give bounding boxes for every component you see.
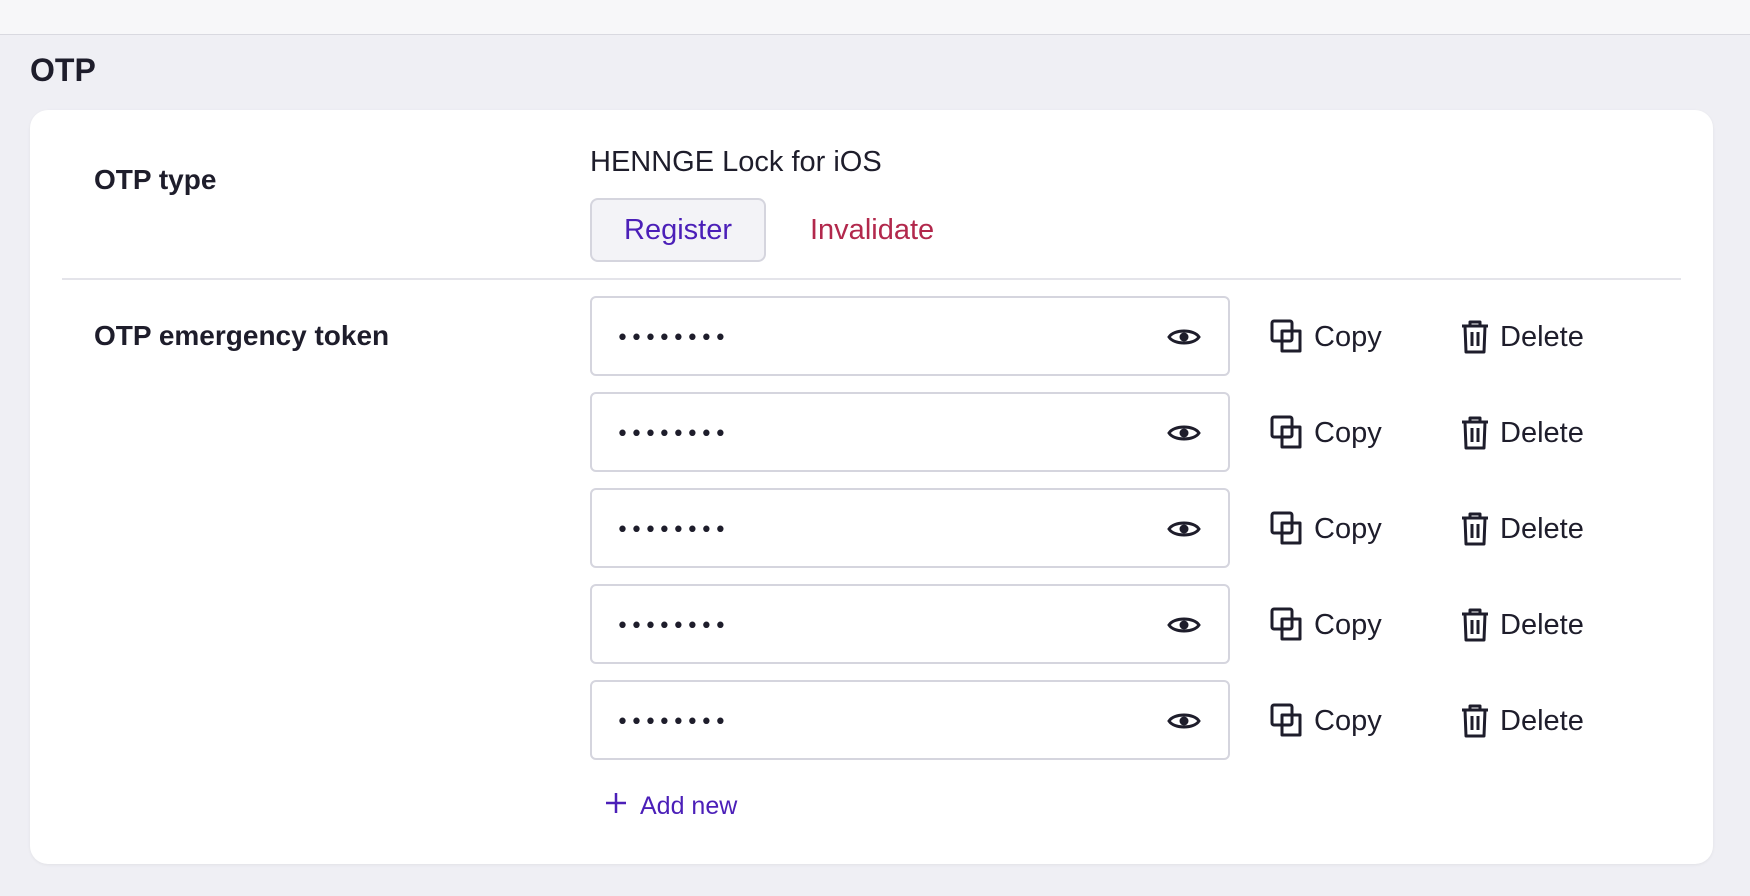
token-field: [590, 392, 1230, 472]
eye-icon[interactable]: [1166, 610, 1202, 640]
copy-button[interactable]: Copy: [1270, 412, 1382, 454]
copy-button[interactable]: Copy: [1270, 508, 1382, 550]
delete-button[interactable]: Delete: [1460, 700, 1584, 742]
register-button[interactable]: Register: [590, 198, 766, 262]
plus-icon: [604, 791, 628, 822]
token-input[interactable]: [616, 414, 1136, 454]
delete-button[interactable]: Delete: [1460, 508, 1584, 550]
delete-label: Delete: [1500, 320, 1584, 353]
token-field: [590, 488, 1230, 568]
token-row: Copy Delete: [590, 680, 1690, 760]
add-new-button[interactable]: Add new: [604, 786, 737, 826]
trash-icon: [1460, 511, 1490, 547]
delete-button[interactable]: Delete: [1460, 604, 1584, 646]
trash-icon: [1460, 703, 1490, 739]
divider: [62, 278, 1681, 280]
delete-label: Delete: [1500, 608, 1584, 641]
eye-icon[interactable]: [1166, 322, 1202, 352]
add-new-label: Add new: [640, 791, 738, 820]
token-row: Copy Delete: [590, 392, 1690, 472]
copy-icon: [1270, 607, 1304, 643]
copy-label: Copy: [1314, 512, 1382, 545]
otp-emergency-token-label: OTP emergency token: [94, 320, 390, 351]
otp-type-value: HENNGE Lock for iOS: [590, 146, 882, 178]
token-field: [590, 296, 1230, 376]
copy-label: Copy: [1314, 704, 1382, 737]
top-bar: [0, 0, 1750, 35]
delete-label: Delete: [1500, 416, 1584, 449]
copy-icon: [1270, 415, 1304, 451]
token-input[interactable]: [616, 606, 1136, 646]
delete-button[interactable]: Delete: [1460, 316, 1584, 358]
copy-icon: [1270, 703, 1304, 739]
token-row: Copy Delete: [590, 488, 1690, 568]
copy-label: Copy: [1314, 608, 1382, 641]
copy-icon: [1270, 511, 1304, 547]
token-field: [590, 584, 1230, 664]
token-row: Copy Delete: [590, 296, 1690, 376]
trash-icon: [1460, 319, 1490, 355]
copy-icon: [1270, 319, 1304, 355]
copy-label: Copy: [1314, 320, 1382, 353]
token-input[interactable]: [616, 318, 1136, 358]
token-row: Copy Delete: [590, 584, 1690, 664]
invalidate-button[interactable]: Invalidate: [810, 198, 934, 262]
delete-label: Delete: [1500, 512, 1584, 545]
eye-icon[interactable]: [1166, 514, 1202, 544]
token-input[interactable]: [616, 510, 1136, 550]
delete-label: Delete: [1500, 704, 1584, 737]
trash-icon: [1460, 607, 1490, 643]
section-title: OTP: [30, 52, 96, 88]
token-input[interactable]: [616, 702, 1136, 742]
otp-card: OTP type HENNGE Lock for iOS Register In…: [30, 110, 1713, 864]
copy-button[interactable]: Copy: [1270, 700, 1382, 742]
token-field: [590, 680, 1230, 760]
copy-label: Copy: [1314, 416, 1382, 449]
eye-icon[interactable]: [1166, 418, 1202, 448]
otp-type-label: OTP type: [94, 164, 217, 195]
trash-icon: [1460, 415, 1490, 451]
copy-button[interactable]: Copy: [1270, 604, 1382, 646]
copy-button[interactable]: Copy: [1270, 316, 1382, 358]
delete-button[interactable]: Delete: [1460, 412, 1584, 454]
eye-icon[interactable]: [1166, 706, 1202, 736]
